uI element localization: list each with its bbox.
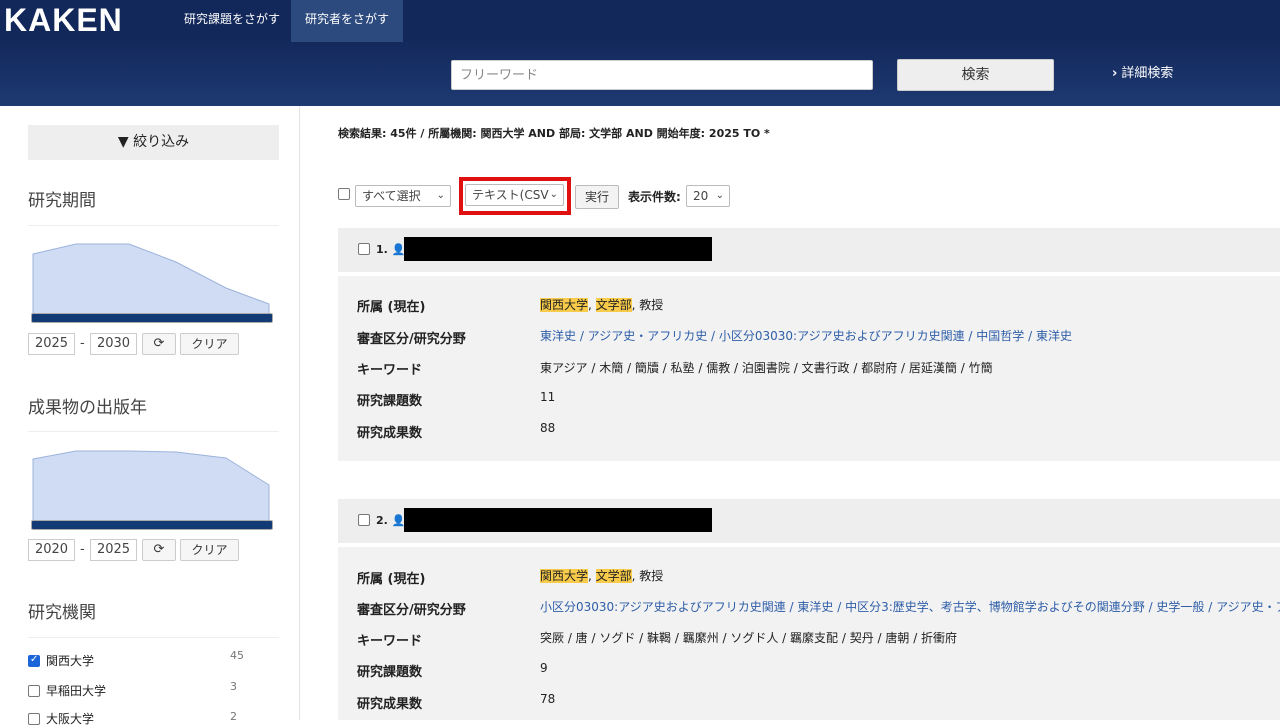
period-refresh-button[interactable]: ⟳ [142,333,176,355]
result-number: 1. 👤 [358,243,405,256]
result-number: 2. 👤 [358,514,405,527]
affiliation-label: 所属 (現在) [357,300,426,315]
title-text: , 教授 [631,569,664,583]
search-input[interactable] [451,60,873,90]
university-highlight: 関西大学 [540,298,589,312]
result-number-label: 2. [376,514,388,527]
title-text: , 教授 [631,298,664,312]
select-all-checkbox[interactable] [338,188,350,200]
period-clear-button[interactable]: クリア [180,333,239,355]
institution-name: 大阪大学 [46,712,95,726]
institution-name: 関西大学 [46,654,95,668]
per-page-dropdown[interactable]: 20 ⌄ [686,185,730,207]
chevron-down-icon: ⌄ [436,190,445,201]
department-highlight: 文学部 [595,298,632,312]
affiliation-value: 関西大学, 文学部, 教授 [540,569,664,583]
checkbox[interactable] [28,685,40,697]
per-page-value: 20 [693,189,709,203]
institution-count: 2 [230,710,237,723]
projects-label: 研究課題数 [357,394,423,409]
search-button[interactable]: 検索 [897,59,1054,91]
field-links[interactable]: 小区分03030:アジア史およびアフリカ史関連 / 東洋史 / 中区分3:歴史学… [540,598,1280,615]
period-to-input[interactable]: 2030 [90,333,137,355]
advanced-search-link[interactable]: › 詳細検索 [1112,62,1173,81]
keywords-value: 東アジア / 木簡 / 簡牘 / 私塾 / 儒教 / 泊園書院 / 文書行政 /… [540,361,993,375]
outputs-count: 88 [540,421,556,435]
result-checkbox[interactable] [358,243,370,255]
sidebar: ▼ 絞り込み 研究期間 2025 - 2030 ⟳ クリア 成果物の出版年 20… [0,106,300,726]
research-period-range-slider[interactable] [31,313,273,323]
checkbox[interactable] [28,713,40,725]
outputs-label: 研究成果数 [357,426,423,441]
range-dash: - [80,542,85,557]
pub-from-input[interactable]: 2020 [28,539,75,561]
period-from-input[interactable]: 2025 [28,333,75,355]
pub-clear-button[interactable]: クリア [180,539,239,561]
department-highlight: 文学部 [595,569,632,583]
institution-item[interactable]: 関西大学 [28,652,94,668]
projects-count: 11 [540,390,556,404]
affiliation-value: 関西大学, 文学部, 教授 [540,298,664,312]
research-period-title: 研究期間 [28,191,96,211]
keywords-value: 突厥 / 唐 / ソグド / 靺鞨 / 羈縻州 / ソグド人 / 羈縻支配 / … [540,631,958,645]
projects-label: 研究課題数 [357,665,423,680]
publication-year-title: 成果物の出版年 [28,398,147,418]
result-checkbox[interactable] [358,514,370,526]
field-label: 審査区分/研究分野 [357,603,466,618]
result-card-header: 2. 👤 [338,499,1280,543]
affiliation-label: 所属 (現在) [357,572,426,587]
select-all-dropdown[interactable]: すべて選択 ⌄ [355,185,451,207]
pub-refresh-button[interactable]: ⟳ [142,539,176,561]
result-number-label: 1. [376,243,388,256]
pub-to-input[interactable]: 2025 [90,539,137,561]
institution-title: 研究機関 [28,603,96,623]
filter-button-label: 絞り込み [133,134,190,150]
advanced-search-label: 詳細検索 [1121,66,1174,81]
select-all-label: すべて選択 [362,189,421,203]
checkbox-checked[interactable] [28,654,40,667]
per-page-label: 表示件数: [628,190,681,204]
highlight-annotation-box [459,177,571,215]
search-result-summary: 検索結果: 45件 / 所屬機関: 関西大学 AND 部局: 文学部 AND 開… [338,127,770,140]
range-dash: - [80,336,85,351]
institution-name: 早稲田大学 [46,684,107,698]
field-label: 審査区分/研究分野 [357,332,466,347]
outputs-label: 研究成果数 [357,697,423,712]
refresh-icon: ⟳ [153,336,165,351]
refresh-icon: ⟳ [153,542,165,557]
projects-count: 9 [540,661,548,675]
result-card-body: 所属 (現在) 関西大学, 文学部, 教授 審査区分/研究分野 小区分03030… [338,547,1280,720]
institution-count: 45 [230,649,244,662]
keywords-label: キーワード [357,634,423,649]
university-highlight: 関西大学 [540,569,589,583]
tab-search-researchers[interactable]: 研究者をさがす [291,0,404,42]
publication-year-range-slider[interactable] [31,520,273,530]
institution-item[interactable]: 早稲田大学 [28,682,106,698]
institution-item[interactable]: 大阪大学 [28,710,94,726]
filter-icon: ▼ [117,134,129,150]
execute-button[interactable]: 実行 [575,185,619,209]
top-navbar: KAKEN 研究課題をさがす 研究者をさがす [0,0,1280,42]
chevron-right-icon: › [1112,66,1118,81]
field-links[interactable]: 東洋史 / アジア史・アフリカ史 / 小区分03030:アジア史およびアフリカ史… [540,327,1072,344]
result-card-body: 所属 (現在) 関西大学, 文学部, 教授 審査区分/研究分野 東洋史 / アジ… [338,276,1280,461]
divider [28,637,279,638]
research-period-histogram [32,243,270,314]
publication-year-histogram [32,450,270,521]
redacted-researcher-name [404,508,712,532]
outputs-count: 78 [540,692,556,706]
redacted-researcher-name [404,237,712,261]
result-card-header: 1. 👤 [338,228,1280,272]
tab-search-projects[interactable]: 研究課題をさがす [170,0,294,42]
keywords-label: キーワード [357,363,423,378]
filter-button[interactable]: ▼ 絞り込み [28,125,279,160]
chevron-down-icon: ⌄ [715,190,724,201]
institution-count: 3 [230,680,237,693]
kaken-logo[interactable]: KAKEN [4,2,123,39]
